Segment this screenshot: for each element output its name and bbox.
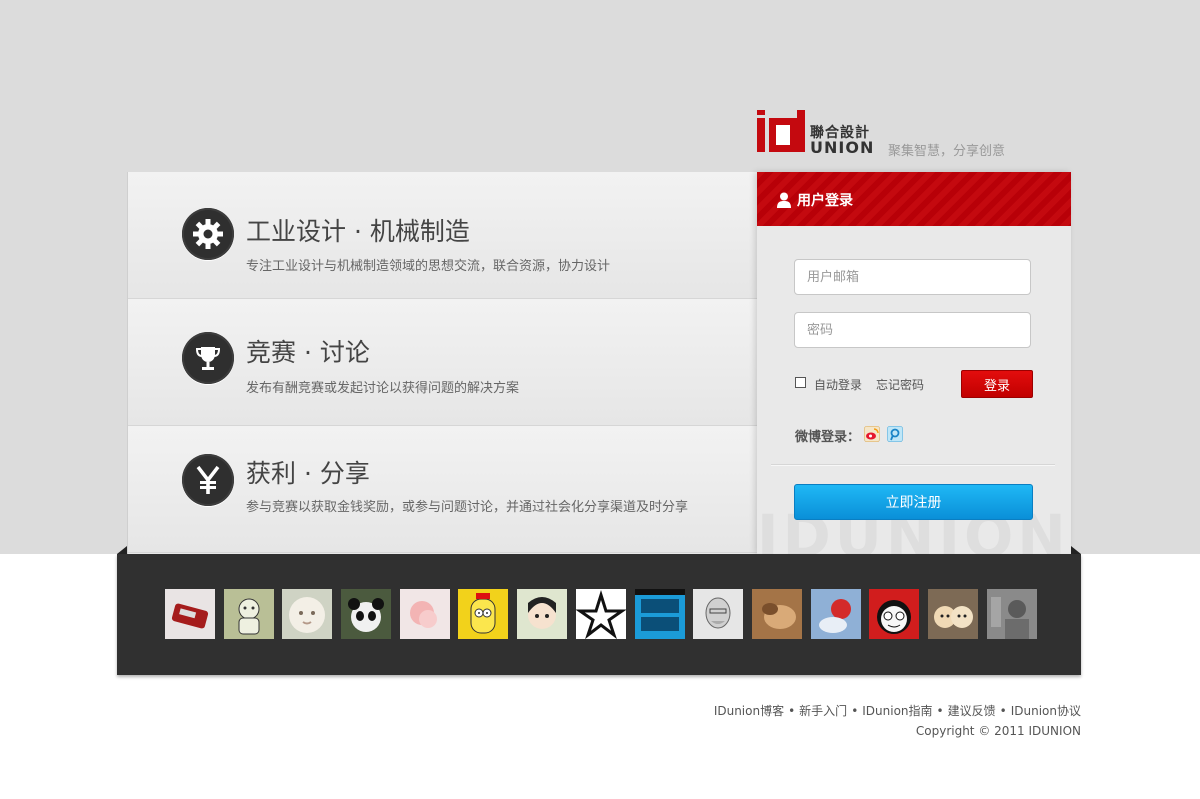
- feature-industrial-design: 工业设计 · 机械制造 专注工业设计与机械制造领域的思想交流，联合资源，协力设计: [128, 172, 758, 299]
- avatar-puppies[interactable]: [927, 589, 978, 639]
- bar-corner-left: [117, 546, 127, 554]
- footer-separator: •: [999, 704, 1007, 718]
- avatar-list: [165, 589, 1045, 639]
- logo-tagline: 聚集智慧，分享创意: [888, 144, 1006, 159]
- feature-title: 工业设计 · 机械制造: [246, 217, 470, 246]
- idunion-logo-mark: [757, 110, 805, 152]
- sina-weibo-icon[interactable]: [864, 426, 880, 442]
- password-input[interactable]: [794, 312, 1031, 348]
- avatar-cartoon-face[interactable]: [869, 589, 920, 639]
- footer-separator: •: [788, 704, 796, 718]
- member-avatar-bar: [117, 546, 1081, 675]
- avatar-socialism-star[interactable]: [575, 589, 626, 639]
- login-button[interactable]: 登录: [961, 370, 1033, 398]
- features-panel: 工业设计 · 机械制造 专注工业设计与机械制造领域的思想交流，联合资源，协力设计…: [127, 172, 758, 554]
- tencent-weibo-icon[interactable]: [887, 426, 903, 442]
- avatar-sketch-man[interactable]: [693, 589, 744, 639]
- bar-corner-right: [1071, 546, 1081, 554]
- avatar-panda[interactable]: [341, 589, 392, 639]
- avatar-flow-jug[interactable]: [634, 589, 685, 639]
- feature-contest-discussion: 竞赛 · 讨论 发布有酬竞赛或发起讨论以获得问题的解决方案: [128, 299, 758, 426]
- avatar-simpsons[interactable]: [458, 589, 509, 639]
- avatar-blue-red-toy[interactable]: [810, 589, 861, 639]
- login-header: 用户登录: [757, 172, 1071, 226]
- footer-separator: •: [936, 704, 944, 718]
- avatar-anime-girl[interactable]: [517, 589, 568, 639]
- feature-description: 发布有酬竞赛或发起讨论以获得问题的解决方案: [246, 381, 520, 396]
- footer-link-blog[interactable]: IDunion博客: [714, 704, 784, 718]
- login-title: 用户登录: [797, 193, 853, 209]
- forgot-password-link[interactable]: 忘记密码: [876, 376, 924, 393]
- logo-english-name: UNION: [810, 138, 875, 157]
- footer-links: IDunion博客 • 新手入门 • IDunion指南 • 建议反馈 • IDunion协议: [714, 702, 1081, 719]
- gear-icon: [182, 208, 234, 260]
- auto-login-label[interactable]: 自动登录: [814, 376, 862, 393]
- avatar-white-lion[interactable]: [282, 589, 333, 639]
- weibo-login-label: 微博登录：: [795, 430, 861, 445]
- feature-title: 获利 · 分享: [246, 459, 370, 488]
- avatar-pink-flower[interactable]: [399, 589, 450, 639]
- footer-link-agreement[interactable]: IDunion协议: [1011, 704, 1081, 718]
- feature-description: 参与竞赛以获取金钱奖励，或参与问题讨论，并通过社会化分享渠道及时分享: [246, 500, 689, 515]
- login-panel: IDUNION 用户登录 自动登录 忘记密码 登录 微博登录： 立即注册: [757, 172, 1071, 554]
- avatar-red-device[interactable]: [165, 589, 215, 639]
- trophy-icon: [182, 332, 234, 384]
- user-icon: [777, 192, 791, 208]
- login-divider: [771, 464, 1055, 465]
- email-input[interactable]: [794, 259, 1031, 295]
- footer-separator: •: [851, 704, 859, 718]
- feature-profit-share: 获利 · 分享 参与竞赛以获取金钱奖励，或参与问题讨论，并通过社会化分享渠道及时…: [128, 426, 758, 553]
- site-logo[interactable]: 聯合設計 UNION 聚集智慧，分享创意: [757, 110, 1017, 170]
- register-button[interactable]: 立即注册: [794, 484, 1033, 520]
- avatar-cartoon-creature[interactable]: [223, 589, 274, 639]
- footer-link-beginner[interactable]: 新手入门: [799, 704, 847, 718]
- feature-title: 竞赛 · 讨论: [246, 338, 370, 367]
- avatar-grey-photo[interactable]: [986, 589, 1037, 639]
- avatar-warm-photo[interactable]: [751, 589, 802, 639]
- yen-icon: [182, 454, 234, 506]
- footer-link-guide[interactable]: IDunion指南: [862, 704, 932, 718]
- auto-login-checkbox[interactable]: [795, 377, 806, 388]
- copyright-text: Copyright © 2011 IDUNION: [915, 724, 1081, 738]
- footer-link-feedback[interactable]: 建议反馈: [948, 704, 996, 718]
- feature-description: 专注工业设计与机械制造领域的思想交流，联合资源，协力设计: [246, 259, 611, 274]
